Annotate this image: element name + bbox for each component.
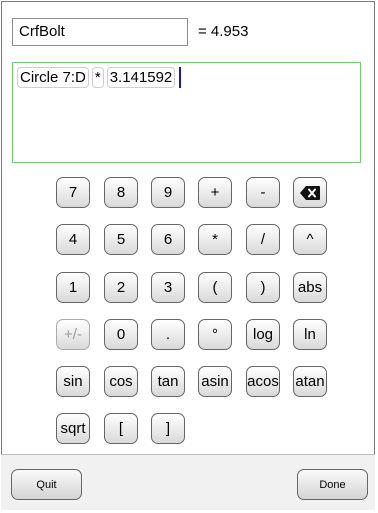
backspace-icon	[300, 185, 320, 200]
key-4[interactable]: 4	[56, 224, 90, 255]
key-ln[interactable]: ln	[293, 319, 327, 350]
key-6[interactable]: 6	[151, 224, 185, 255]
key-divide[interactable]: /	[246, 224, 280, 255]
key-open-paren[interactable]: (	[198, 272, 232, 303]
key-asin[interactable]: asin	[198, 366, 232, 397]
key-decimal[interactable]: .	[151, 319, 185, 350]
key-power[interactable]: ^	[293, 224, 327, 255]
key-open-bracket[interactable]: [	[104, 413, 138, 444]
key-negate[interactable]: +/-	[56, 319, 90, 350]
expression-token[interactable]: *	[91, 67, 104, 88]
key-close-bracket[interactable]: ]	[151, 413, 185, 444]
done-button[interactable]: Done	[297, 469, 368, 500]
key-plus[interactable]: +	[198, 177, 232, 208]
key-cos[interactable]: cos	[104, 366, 138, 397]
key-0[interactable]: 0	[104, 319, 138, 350]
key-3[interactable]: 3	[151, 272, 185, 303]
text-caret	[179, 67, 182, 88]
key-tan[interactable]: tan	[151, 366, 185, 397]
key-minus[interactable]: -	[246, 177, 280, 208]
expression-token[interactable]: 3.141592	[106, 67, 176, 88]
key-7[interactable]: 7	[56, 177, 90, 208]
key-sin[interactable]: sin	[56, 366, 90, 397]
expression-tokens: Circle 7:D * 3.141592	[17, 67, 182, 88]
key-sqrt[interactable]: sqrt	[56, 413, 90, 444]
key-abs[interactable]: abs	[293, 272, 327, 303]
variable-name-field[interactable]: CrfBolt	[12, 18, 188, 46]
key-degree[interactable]: °	[198, 319, 232, 350]
key-backspace[interactable]	[293, 177, 327, 208]
result-readout: = 4.953	[198, 23, 249, 40]
key-1[interactable]: 1	[56, 272, 90, 303]
key-atan[interactable]: atan	[293, 366, 327, 397]
key-log[interactable]: log	[246, 319, 280, 350]
key-5[interactable]: 5	[104, 224, 138, 255]
key-close-paren[interactable]: )	[246, 272, 280, 303]
expression-token[interactable]: Circle 7:D	[17, 67, 89, 88]
key-2[interactable]: 2	[104, 272, 138, 303]
quit-button[interactable]: Quit	[11, 469, 82, 500]
key-acos[interactable]: acos	[246, 366, 280, 397]
key-9[interactable]: 9	[151, 177, 185, 208]
key-multiply[interactable]: *	[198, 224, 232, 255]
key-8[interactable]: 8	[104, 177, 138, 208]
expression-editor[interactable]: Circle 7:D * 3.141592	[12, 62, 361, 163]
